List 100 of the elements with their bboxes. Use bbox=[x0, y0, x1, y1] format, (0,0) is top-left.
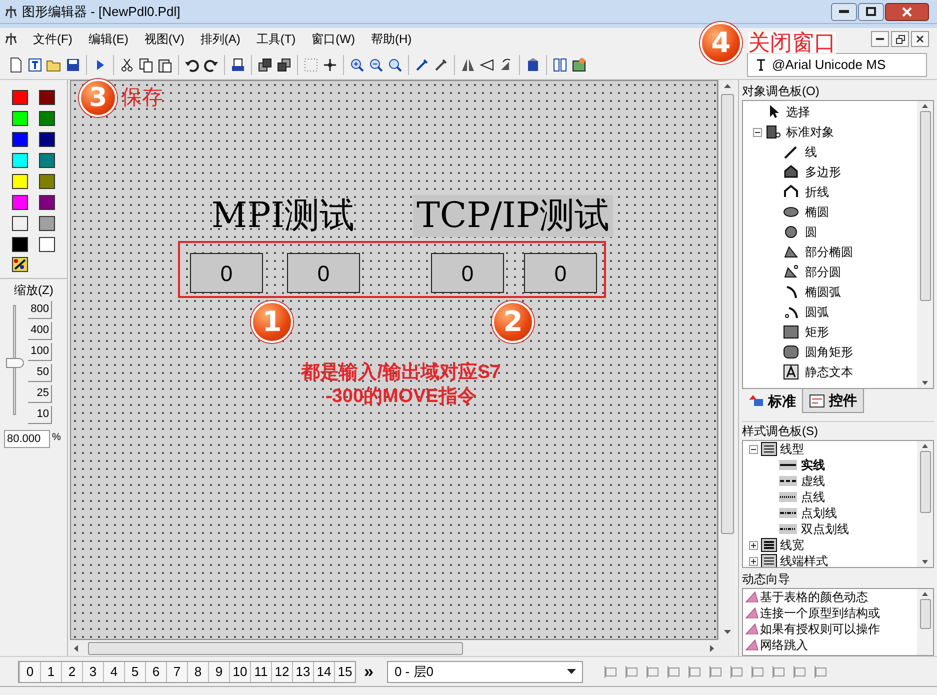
zoom-preset-button[interactable]: 10 bbox=[28, 406, 52, 424]
wizard-list[interactable]: 基于表格的颜色动态 连接一个原型到结构或 如果有授权则可以操作 网络跳入 bbox=[742, 588, 934, 656]
zoom-preset-button[interactable]: 50 bbox=[28, 364, 52, 382]
scissors-icon[interactable] bbox=[119, 56, 135, 72]
scroll-thumb[interactable] bbox=[920, 451, 930, 513]
collapse-icon[interactable] bbox=[753, 128, 762, 136]
minimize-button[interactable] bbox=[831, 2, 857, 20]
scroll-thumb[interactable] bbox=[920, 599, 930, 629]
expand-icon[interactable] bbox=[749, 540, 758, 550]
layer-button[interactable]: 2 bbox=[61, 662, 82, 682]
layer-button[interactable]: 15 bbox=[334, 662, 355, 682]
maximize-button[interactable] bbox=[858, 2, 884, 20]
layer-button[interactable]: 0 bbox=[19, 662, 40, 682]
layer-button[interactable]: 6 bbox=[145, 662, 166, 682]
tree-item[interactable]: 部分椭圆 bbox=[805, 243, 853, 261]
layer-button[interactable]: 8 bbox=[187, 662, 208, 682]
zoom-preset-button[interactable]: 400 bbox=[28, 322, 52, 340]
color-swatch[interactable] bbox=[12, 237, 28, 252]
tree-view[interactable]: 选择 标准对象 线 多边形 折线 椭圆 圆 部分椭圆 部分圆 椭圆弧 圆弧 矩形 圆角矩形 静态文本 bbox=[742, 100, 934, 389]
zoom-fit-icon[interactable] bbox=[387, 56, 403, 72]
color-swatch[interactable] bbox=[12, 195, 28, 210]
layer-button[interactable]: 13 bbox=[292, 662, 313, 682]
tree-item[interactable]: 部分圆 bbox=[805, 263, 841, 281]
tree-item[interactable]: 双点划线 bbox=[801, 520, 849, 538]
zoom-preset-button[interactable]: 25 bbox=[28, 385, 52, 403]
wizard-item[interactable]: 连接一个原型到结构或 bbox=[760, 604, 880, 622]
tree-item[interactable]: 线 bbox=[805, 143, 817, 161]
color-swatch[interactable] bbox=[38, 90, 54, 105]
slider-thumb[interactable] bbox=[6, 358, 24, 368]
layer-button[interactable]: 1 bbox=[40, 662, 61, 682]
child-close-button[interactable] bbox=[911, 31, 929, 47]
flip-horizontal-icon[interactable] bbox=[460, 56, 476, 72]
save-icon[interactable] bbox=[65, 56, 81, 72]
menu-item[interactable]: 帮助(H) bbox=[364, 30, 419, 48]
tree-item[interactable]: 标准对象 bbox=[786, 123, 834, 141]
zoom-value-field[interactable]: 80.000 bbox=[4, 430, 50, 448]
vertical-scrollbar[interactable] bbox=[718, 80, 735, 640]
collapse-icon[interactable] bbox=[749, 444, 758, 454]
scroll-thumb[interactable] bbox=[720, 94, 734, 534]
drawing-canvas[interactable]: MPI测试 TCP/IP测试 0 0 0 0 1 2 都是输入/输出域对应S7 -300的MOVE指令 3 保存 bbox=[70, 80, 718, 640]
tree-item[interactable]: 点划线 bbox=[801, 504, 837, 522]
layer-button[interactable]: 12 bbox=[271, 662, 292, 682]
io-field[interactable]: 0 bbox=[287, 253, 360, 293]
flip-vertical-icon[interactable] bbox=[479, 56, 495, 72]
more-layers-button[interactable]: » bbox=[362, 663, 376, 680]
child-minimize-button[interactable] bbox=[871, 31, 889, 47]
zoom-in-icon[interactable] bbox=[349, 56, 365, 72]
tree-item[interactable]: 圆角矩形 bbox=[805, 343, 853, 361]
layer-button[interactable]: 9 bbox=[208, 662, 229, 682]
scroll-thumb[interactable] bbox=[920, 111, 930, 301]
tree-item[interactable]: 静态文本 bbox=[805, 363, 853, 381]
send-back-icon[interactable] bbox=[276, 56, 292, 72]
layer-button[interactable]: 14 bbox=[313, 662, 334, 682]
color-swatch[interactable] bbox=[12, 132, 28, 147]
paste-icon[interactable] bbox=[157, 56, 173, 72]
vertical-scrollbar[interactable] bbox=[917, 589, 933, 655]
new-file-icon[interactable] bbox=[8, 56, 24, 72]
color-swatch[interactable] bbox=[12, 174, 28, 189]
color-swatch[interactable] bbox=[12, 153, 28, 168]
menu-item[interactable]: 文件(F) bbox=[26, 30, 80, 48]
menu-item[interactable]: 视图(V) bbox=[137, 30, 192, 48]
tree-item[interactable]: 选择 bbox=[786, 103, 810, 121]
layer-button[interactable]: 3 bbox=[82, 662, 103, 682]
layers-icon[interactable] bbox=[552, 56, 568, 72]
child-restore-button[interactable] bbox=[891, 31, 909, 47]
tree-view[interactable]: 线型 实线 虚线 点线 点划线 双点划线 线宽 线端样式 bbox=[742, 440, 934, 568]
tree-item[interactable]: 圆弧 bbox=[805, 303, 829, 321]
color-swatch[interactable] bbox=[38, 153, 54, 168]
layer-button[interactable]: 10 bbox=[229, 662, 250, 682]
close-button[interactable] bbox=[885, 2, 929, 20]
color-swatch[interactable] bbox=[38, 237, 54, 252]
tree-item[interactable]: 线型 bbox=[780, 441, 804, 458]
vertical-scrollbar[interactable] bbox=[917, 101, 933, 388]
wizard-item[interactable]: 基于表格的颜色动态 bbox=[760, 589, 868, 606]
color-swatch[interactable] bbox=[38, 111, 54, 126]
layer-button[interactable]: 5 bbox=[124, 662, 145, 682]
io-field[interactable]: 0 bbox=[524, 253, 597, 293]
copy-icon[interactable] bbox=[138, 56, 154, 72]
menu-item[interactable]: 编辑(E) bbox=[81, 30, 136, 48]
library-icon[interactable] bbox=[571, 56, 587, 72]
layer-button[interactable]: 4 bbox=[103, 662, 124, 682]
tree-item[interactable]: 线宽 bbox=[780, 536, 804, 554]
tab[interactable]: 控件 bbox=[802, 389, 864, 413]
wizard-item[interactable]: 网络跳入 bbox=[760, 636, 808, 654]
expand-icon[interactable] bbox=[749, 556, 758, 566]
color-swatch[interactable] bbox=[12, 216, 28, 231]
wizard-item[interactable]: 如果有授权则可以操作 bbox=[760, 620, 880, 638]
color-swatch[interactable] bbox=[38, 216, 54, 231]
tree-item[interactable]: 椭圆弧 bbox=[805, 283, 841, 301]
printer-icon[interactable] bbox=[230, 56, 246, 72]
menu-item[interactable]: 工具(T) bbox=[249, 30, 303, 48]
tree-item[interactable]: 多边形 bbox=[805, 163, 841, 181]
tree-item[interactable]: 虚线 bbox=[801, 472, 825, 490]
color-picker-icon[interactable] bbox=[12, 257, 28, 272]
tree-item[interactable]: 圆 bbox=[805, 223, 817, 241]
tree-item[interactable]: 实线 bbox=[801, 456, 825, 474]
scroll-thumb[interactable] bbox=[88, 642, 463, 654]
vertical-scrollbar[interactable] bbox=[917, 441, 933, 567]
tree-item[interactable]: 折线 bbox=[805, 183, 829, 201]
color-swatch[interactable] bbox=[38, 195, 54, 210]
